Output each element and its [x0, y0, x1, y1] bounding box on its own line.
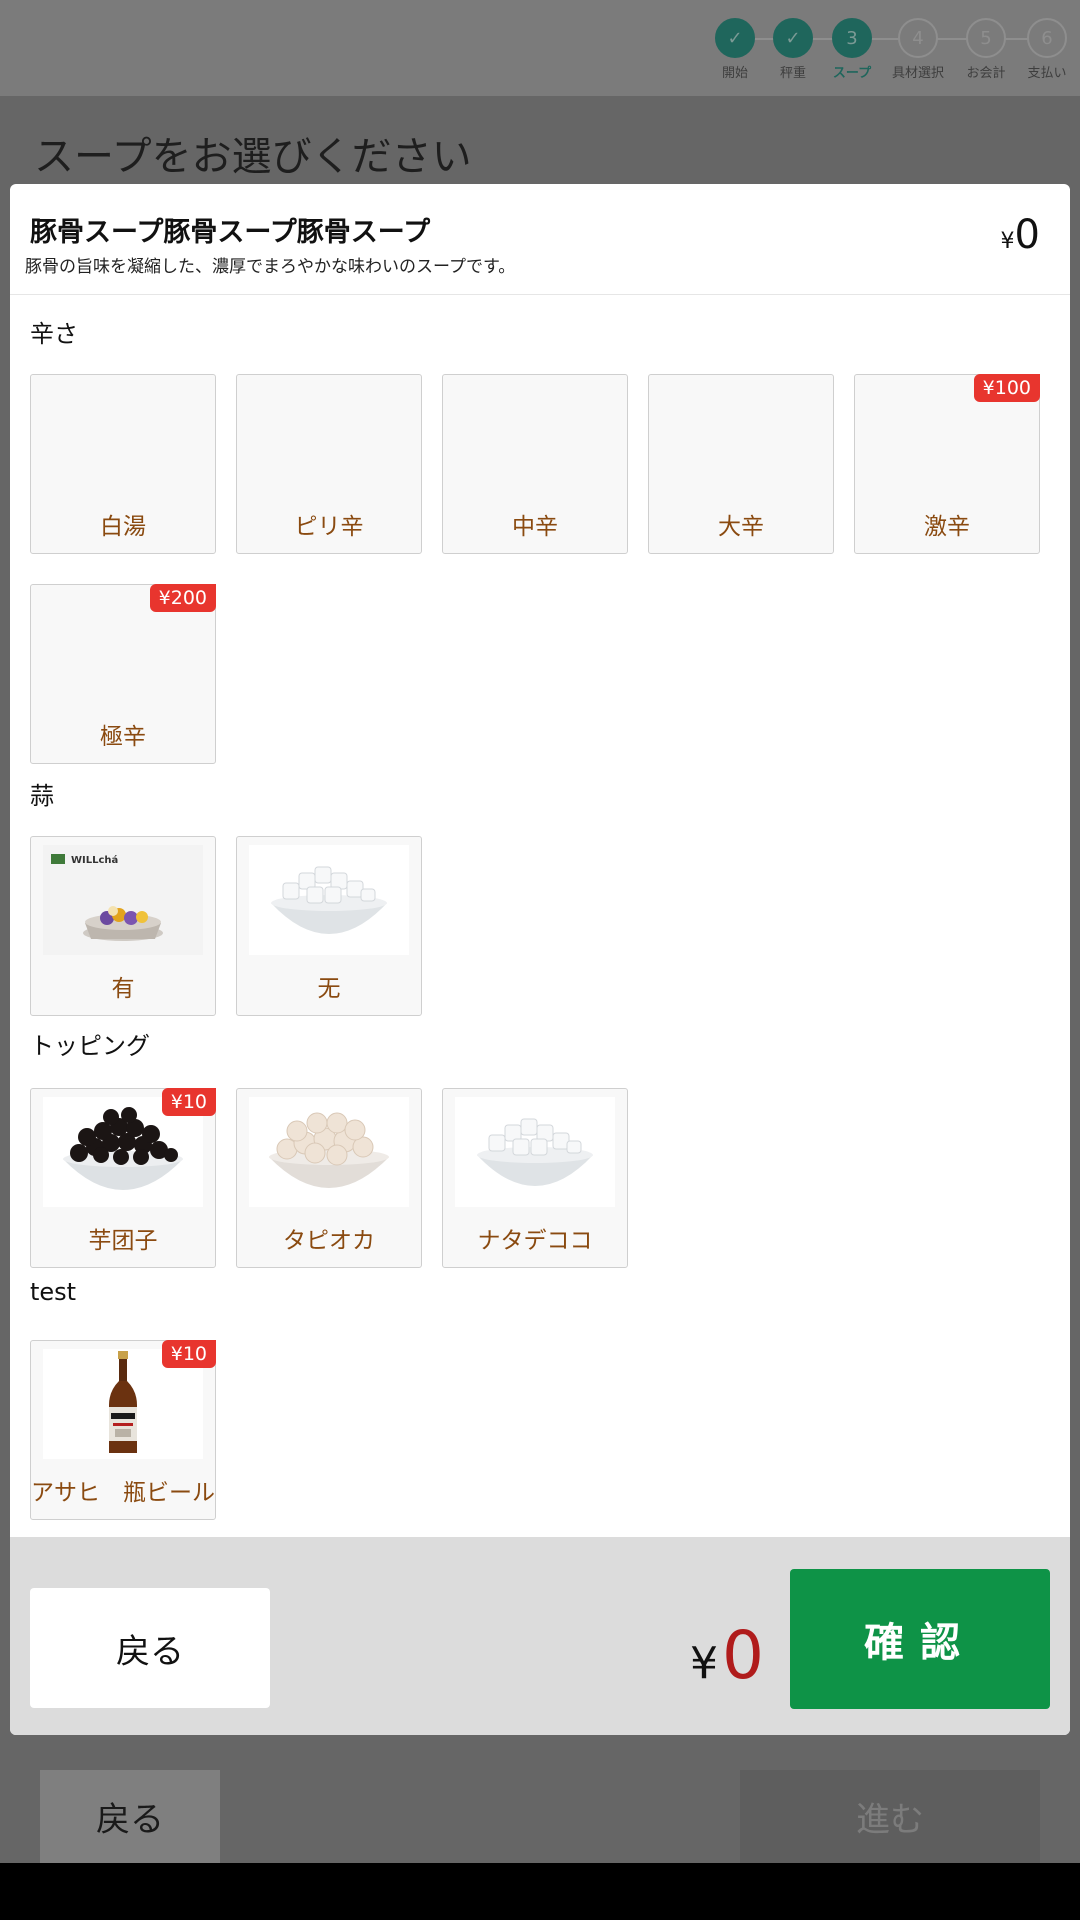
group-label-test: test [30, 1278, 77, 1306]
option-card[interactable]: 无 [236, 836, 422, 1016]
price-badge: ¥10 [161, 1340, 216, 1368]
step-label: 具材選択 [891, 66, 944, 81]
progress-steps: ✓ 開始 ✓ 秤重 3 スープ 4 具材選択 5 お会計 6 支払い [700, 18, 1080, 88]
group-label-spiciness: 辛さ [30, 320, 78, 348]
willcha-logo-text: WILLchá [71, 854, 118, 866]
check-icon: ✓ [715, 18, 755, 58]
option-name: アサヒ 瓶ビール [31, 1480, 215, 1506]
price-value: 0 [1014, 212, 1040, 258]
step-label: スープ [832, 66, 872, 81]
option-name: 中辛 [512, 514, 558, 540]
total-value: 0 [722, 1617, 764, 1694]
total-currency: ¥ [690, 1638, 718, 1689]
option-name: 无 [317, 976, 341, 1002]
step-label: 支払い [1027, 66, 1067, 81]
option-card[interactable]: 中辛 [442, 374, 628, 554]
step-number: 5 [966, 18, 1006, 58]
total-price: ¥ 0 [690, 1617, 764, 1694]
option-card[interactable]: ナタデココ [442, 1088, 628, 1268]
modal-footer: 戻る ¥ 0 確認 [10, 1537, 1070, 1735]
step-6: 6 支払い [1012, 18, 1080, 81]
option-card[interactable]: ¥10 芋团子 [30, 1088, 216, 1268]
option-name: 大辛 [718, 514, 764, 540]
option-name: ピリ辛 [294, 514, 364, 540]
step-label: お会計 [966, 66, 1006, 81]
step-4: 4 具材選択 [883, 18, 953, 81]
option-card[interactable]: ピリ辛 [236, 374, 422, 554]
check-icon: ✓ [773, 18, 813, 58]
group-label-garlic: 蒜 [30, 782, 54, 810]
option-card[interactable]: ¥100 激辛 [854, 374, 1040, 554]
willcha-bowl-icon: WILLchá [43, 845, 203, 955]
option-name: 激辛 [924, 514, 970, 540]
price-badge: ¥100 [973, 374, 1040, 402]
coconut-jelly-bowl-icon [249, 845, 409, 955]
option-name: 白湯 [100, 514, 146, 540]
soup-options-modal: 豚骨スープ豚骨スープ豚骨スープ 豚骨の旨味を凝縮した、濃厚でまろやかな味わいのス… [10, 184, 1070, 1735]
option-card[interactable]: ¥200 極辛 [30, 584, 216, 764]
modal-title: 豚骨スープ豚骨スープ豚骨スープ [30, 217, 431, 248]
step-number: 6 [1027, 18, 1067, 58]
page-next-button[interactable]: 進む [740, 1770, 1040, 1863]
modal-body: 辛さ 白湯 ピリ辛 中辛 大辛 ¥100 激辛 ¥200 極辛 蒜 WILLch… [10, 296, 1070, 1536]
group-label-topping: トッピング [30, 1032, 150, 1060]
page-title: スープをお選びください [34, 134, 472, 180]
price-badge: ¥10 [161, 1088, 216, 1116]
option-card[interactable]: 大辛 [648, 374, 834, 554]
currency-symbol: ¥ [1000, 229, 1015, 254]
option-name: ナタデココ [477, 1228, 593, 1254]
modal-price: ¥0 [1001, 212, 1040, 258]
modal-description: 豚骨の旨味を凝縮した、濃厚でまろやかな味わいのスープです。 [25, 257, 516, 277]
option-name: 芋团子 [88, 1228, 158, 1254]
step-number: 3 [832, 18, 872, 58]
step-3: 3 スープ [817, 18, 887, 81]
coconut-jelly-bowl-icon [455, 1097, 615, 1207]
option-card[interactable]: WILLchá 有 [30, 836, 216, 1016]
top-bar: ✓ 開始 ✓ 秤重 3 スープ 4 具材選択 5 お会計 6 支払い [0, 0, 1080, 96]
option-card[interactable]: タピオカ [236, 1088, 422, 1268]
page-back-button[interactable]: 戻る [40, 1770, 220, 1863]
modal-header: 豚骨スープ豚骨スープ豚骨スープ 豚骨の旨味を凝縮した、濃厚でまろやかな味わいのス… [10, 184, 1070, 295]
confirm-button[interactable]: 確認 [790, 1569, 1050, 1709]
option-card[interactable]: ¥10 アサヒ 瓶ビール [30, 1340, 216, 1520]
tapioca-bowl-icon [249, 1097, 409, 1207]
price-badge: ¥200 [149, 584, 216, 612]
step-number: 4 [898, 18, 938, 58]
option-name: 有 [111, 976, 135, 1002]
option-name: 極辛 [100, 724, 146, 750]
modal-back-button[interactable]: 戻る [30, 1588, 270, 1708]
step-5: 5 お会計 [951, 18, 1021, 81]
option-card[interactable]: 白湯 [30, 374, 216, 554]
option-name: タピオカ [283, 1228, 375, 1254]
